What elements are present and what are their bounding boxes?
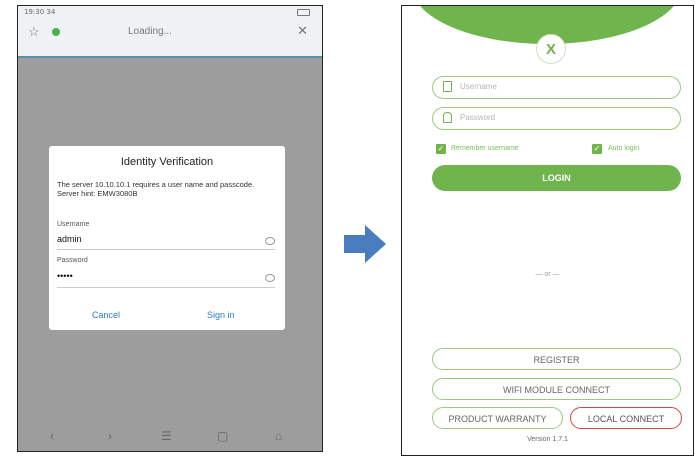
remember-username-checkbox[interactable]: ✓ [436,144,446,154]
password-input[interactable]: ••••• [57,271,73,281]
forward-icon[interactable]: › [108,429,112,443]
status-bar: 19:30 34 [18,6,322,20]
home-icon[interactable]: ⌂ [275,429,282,443]
identity-verification-dialog: Identity Verification The server 10.10.1… [49,146,285,330]
status-time: 19:30 34 [24,8,56,16]
register-button[interactable]: REGISTER [432,348,681,370]
password-label: Password [57,257,88,264]
username-label: Username [57,221,90,228]
version-text: Version 1.7.1 [527,436,568,443]
page-loading-text: Loading... [128,26,172,37]
app-logo: X [536,34,566,64]
password-underline [57,287,275,288]
remember-username-label: Remember username [451,145,519,152]
close-icon[interactable]: ✕ [297,23,308,39]
back-icon[interactable]: ‹ [50,429,54,443]
sign-in-button[interactable]: Sign in [207,310,235,320]
auto-login-checkbox[interactable]: ✓ [592,144,602,154]
or-divider: — or — [535,271,560,278]
username-input[interactable]: admin [57,234,82,244]
user-icon [443,81,452,92]
password-placeholder: Password [460,113,496,122]
product-warranty-button[interactable]: PRODUCT WARRANTY [432,407,563,429]
auto-login-label: Auto login [608,145,640,152]
wifi-module-connect-button[interactable]: WIFI MODULE CONNECT [432,378,681,400]
browser-bottom-nav: ‹ › ☰ ▢ ⌂ [18,421,322,451]
username-field[interactable]: Username [432,76,681,99]
login-options: ✓ Remember username ✓ Auto login [432,142,681,156]
local-connect-button[interactable]: LOCAL CONNECT [570,407,682,429]
dialog-title: Identity Verification [120,156,214,168]
star-icon[interactable]: ☆ [28,24,40,40]
secure-site-icon [52,28,60,36]
battery-icon [297,9,310,16]
left-phone-screen: 19:30 34 ☆ Loading... ✕ Identity Verific… [17,5,323,452]
browser-toolbar: ☆ Loading... ✕ [18,20,322,58]
lock-icon [443,112,452,123]
tabs-icon[interactable]: ▢ [217,429,228,443]
menu-icon[interactable]: ☰ [161,429,172,443]
arrow-right-icon [344,225,386,263]
dialog-message: The server 10.10.10.1 requires a user na… [57,180,255,198]
username-placeholder: Username [460,82,497,91]
username-underline [57,249,275,250]
right-phone-screen: X Username Password ✓ Remember username … [401,5,694,456]
password-field[interactable]: Password [432,107,681,130]
show-password-icon[interactable] [265,274,275,282]
cancel-button[interactable]: Cancel [92,310,120,320]
clear-username-icon[interactable] [265,237,275,245]
login-button[interactable]: LOGIN [432,165,681,191]
